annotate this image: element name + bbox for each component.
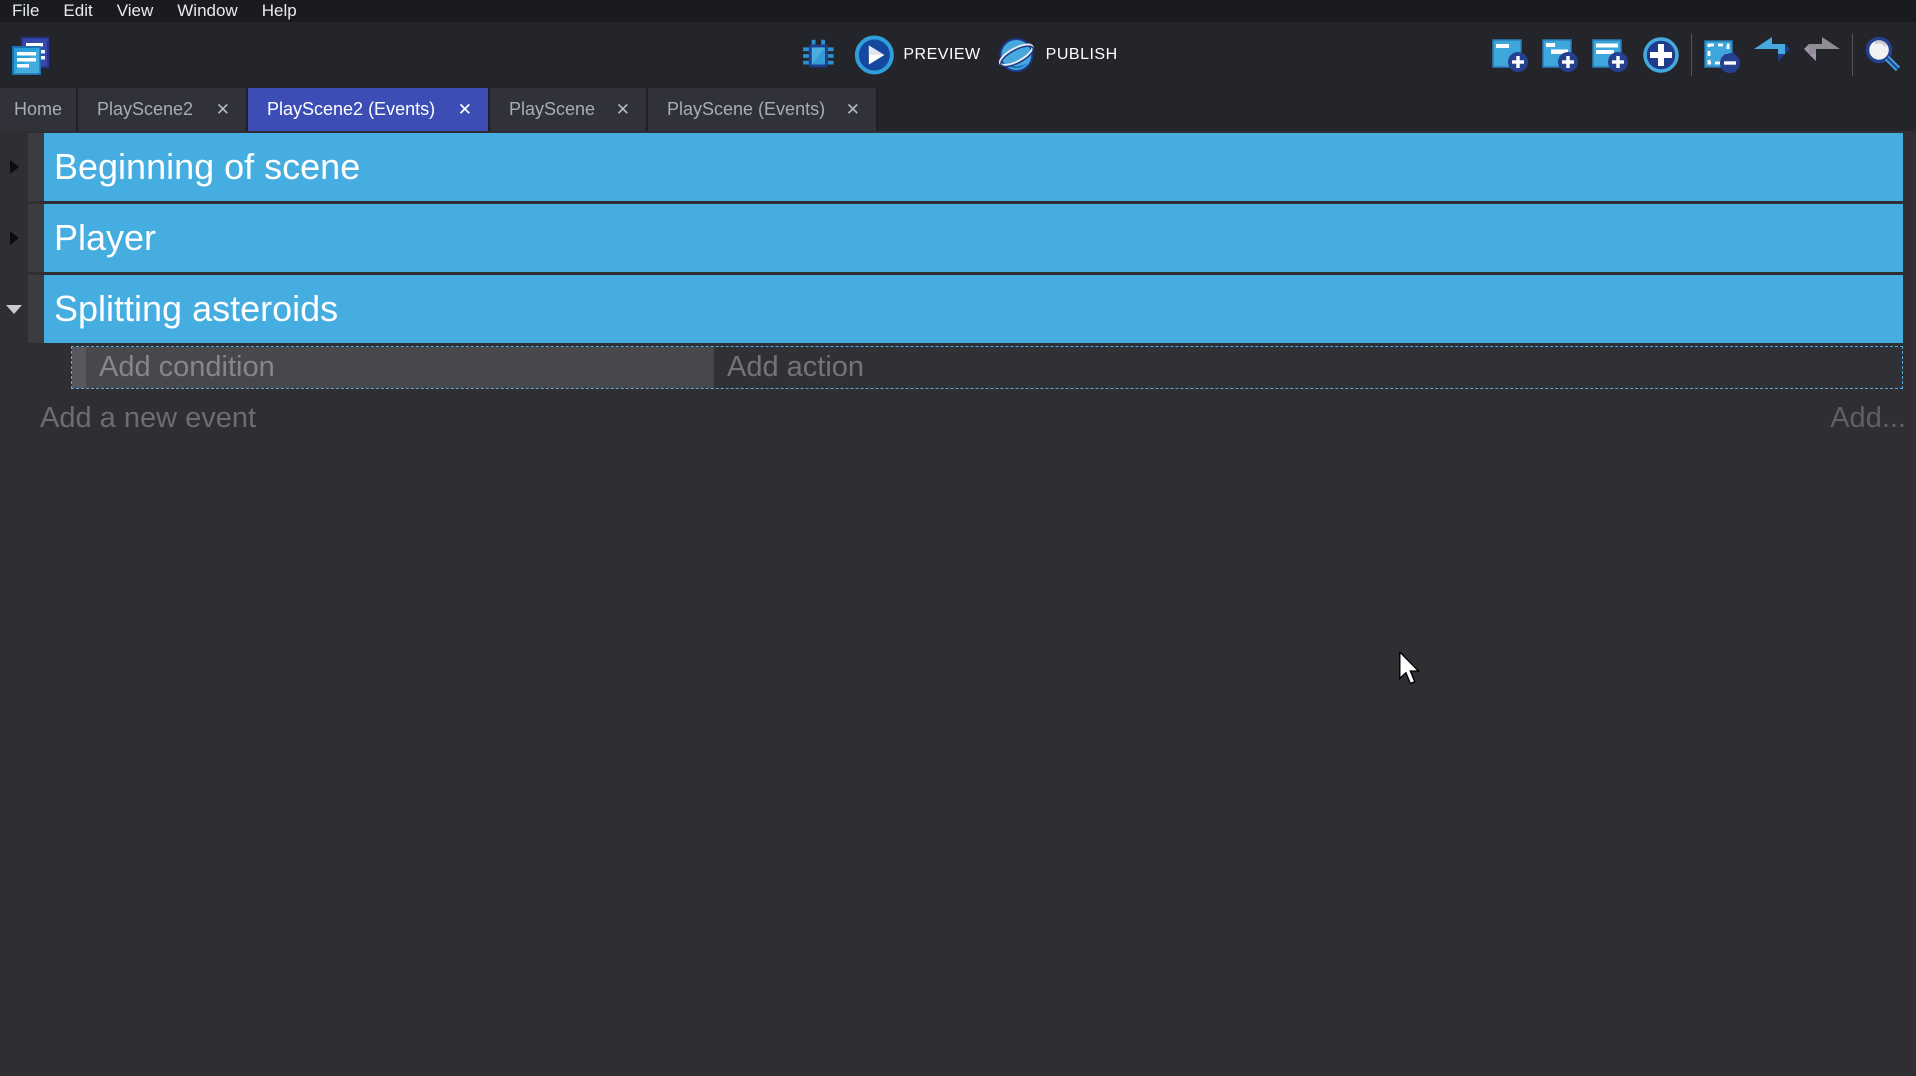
- menu-edit[interactable]: Edit: [51, 0, 104, 22]
- event-gutter: [0, 133, 28, 201]
- add-condition-placeholder: Add condition: [99, 351, 275, 384]
- tab-home[interactable]: Home: [0, 88, 78, 131]
- add-sub-event-button[interactable]: [1541, 35, 1581, 75]
- collapse-triangle-icon[interactable]: [10, 160, 19, 174]
- preview-button[interactable]: PREVIEW: [854, 35, 980, 75]
- add-new-event-label[interactable]: Add a new event: [40, 402, 256, 435]
- add-condition-button[interactable]: Add condition: [86, 347, 714, 388]
- selected-empty-event[interactable]: Add condition Add action: [71, 346, 1903, 389]
- search-icon: [1863, 35, 1903, 75]
- event-group-title: Player: [54, 217, 156, 259]
- tab-close-icon[interactable]: ✕: [846, 100, 860, 120]
- tab-label: PlayScene: [509, 99, 595, 120]
- preview-play-icon: [854, 35, 894, 75]
- menu-view[interactable]: View: [105, 0, 166, 22]
- event-selection-strip: [72, 347, 86, 388]
- app-header: File Edit View Window Help: [0, 0, 1916, 131]
- add-event-icon: [1491, 35, 1531, 75]
- add-comment-icon: [1591, 35, 1631, 75]
- toolbar-separator: [1691, 34, 1692, 76]
- redo-button[interactable]: [1802, 35, 1842, 75]
- expand-triangle-icon[interactable]: [6, 305, 22, 314]
- tab-bar: Home PlayScene2 ✕ PlayScene2 (Events) ✕ …: [0, 88, 1916, 131]
- debugger-button[interactable]: [798, 35, 838, 75]
- preview-label: PREVIEW: [903, 46, 980, 64]
- tab-label: PlayScene2 (Events): [267, 99, 435, 120]
- mouse-cursor: [1398, 652, 1422, 686]
- event-indent-strip: [28, 133, 44, 201]
- tab-playscene2[interactable]: PlayScene2 ✕: [78, 88, 248, 131]
- tab-close-icon[interactable]: ✕: [458, 100, 472, 120]
- event-gutter: [0, 204, 28, 272]
- toolbar-center-group: PREVIEW PUBLISH: [798, 22, 1117, 88]
- debug-bug-icon: [798, 34, 838, 76]
- undo-button[interactable]: [1752, 35, 1792, 75]
- event-indent-strip: [28, 275, 44, 343]
- publish-label: PUBLISH: [1046, 46, 1118, 64]
- tab-label: Home: [14, 99, 62, 120]
- tab-close-icon[interactable]: ✕: [616, 100, 630, 120]
- delete-selection-icon: [1702, 35, 1742, 75]
- event-group-row: Beginning of scene: [0, 133, 1916, 201]
- choose-event-type-button[interactable]: [1641, 35, 1681, 75]
- add-sub-event-icon: [1541, 35, 1581, 75]
- circle-plus-icon: [1641, 35, 1681, 75]
- delete-selection-button[interactable]: [1702, 35, 1742, 75]
- collapse-triangle-icon[interactable]: [10, 231, 19, 245]
- event-group-row: Splitting asteroids: [0, 275, 1916, 343]
- add-action-button[interactable]: Add action: [714, 347, 1902, 388]
- event-group-bar[interactable]: Beginning of scene: [44, 133, 1903, 201]
- search-events-button[interactable]: [1863, 35, 1903, 75]
- event-group-title: Splitting asteroids: [54, 288, 338, 330]
- event-group-row: Player: [0, 204, 1916, 272]
- tab-close-icon[interactable]: ✕: [216, 100, 230, 120]
- undo-arrow-icon: [1752, 35, 1792, 75]
- event-group-bar[interactable]: Player: [44, 204, 1903, 272]
- toolbar-separator: [1852, 34, 1853, 76]
- tab-label: PlayScene (Events): [667, 99, 825, 120]
- add-action-placeholder: Add action: [727, 351, 864, 384]
- publish-globe-icon: [997, 35, 1037, 75]
- events-sheet-logo-icon: [9, 35, 51, 77]
- events-sheet: Beginning of scene Player Splitting aste…: [0, 131, 1916, 435]
- redo-arrow-icon: [1802, 35, 1842, 75]
- add-new-event-row[interactable]: Add a new event Add...: [40, 402, 1906, 435]
- event-gutter: [0, 275, 28, 343]
- main-toolbar: PREVIEW PUBLISH: [0, 22, 1916, 88]
- menu-bar: File Edit View Window Help: [0, 0, 1916, 22]
- add-event-menu-button[interactable]: Add...: [1830, 402, 1906, 435]
- event-group-title: Beginning of scene: [54, 146, 360, 188]
- tab-playscene[interactable]: PlayScene ✕: [490, 88, 648, 131]
- toolbar-right-group: [1491, 22, 1903, 88]
- event-indent-strip: [28, 204, 44, 272]
- event-group-bar[interactable]: Splitting asteroids: [44, 275, 1903, 343]
- tab-playscene-events[interactable]: PlayScene (Events) ✕: [648, 88, 878, 131]
- add-event-button[interactable]: [1491, 35, 1531, 75]
- add-comment-button[interactable]: [1591, 35, 1631, 75]
- menu-help[interactable]: Help: [250, 0, 309, 22]
- menu-window[interactable]: Window: [165, 0, 249, 22]
- menu-file[interactable]: File: [4, 0, 51, 22]
- tab-label: PlayScene2: [97, 99, 193, 120]
- tab-playscene2-events[interactable]: PlayScene2 (Events) ✕: [248, 88, 490, 131]
- publish-button[interactable]: PUBLISH: [997, 35, 1118, 75]
